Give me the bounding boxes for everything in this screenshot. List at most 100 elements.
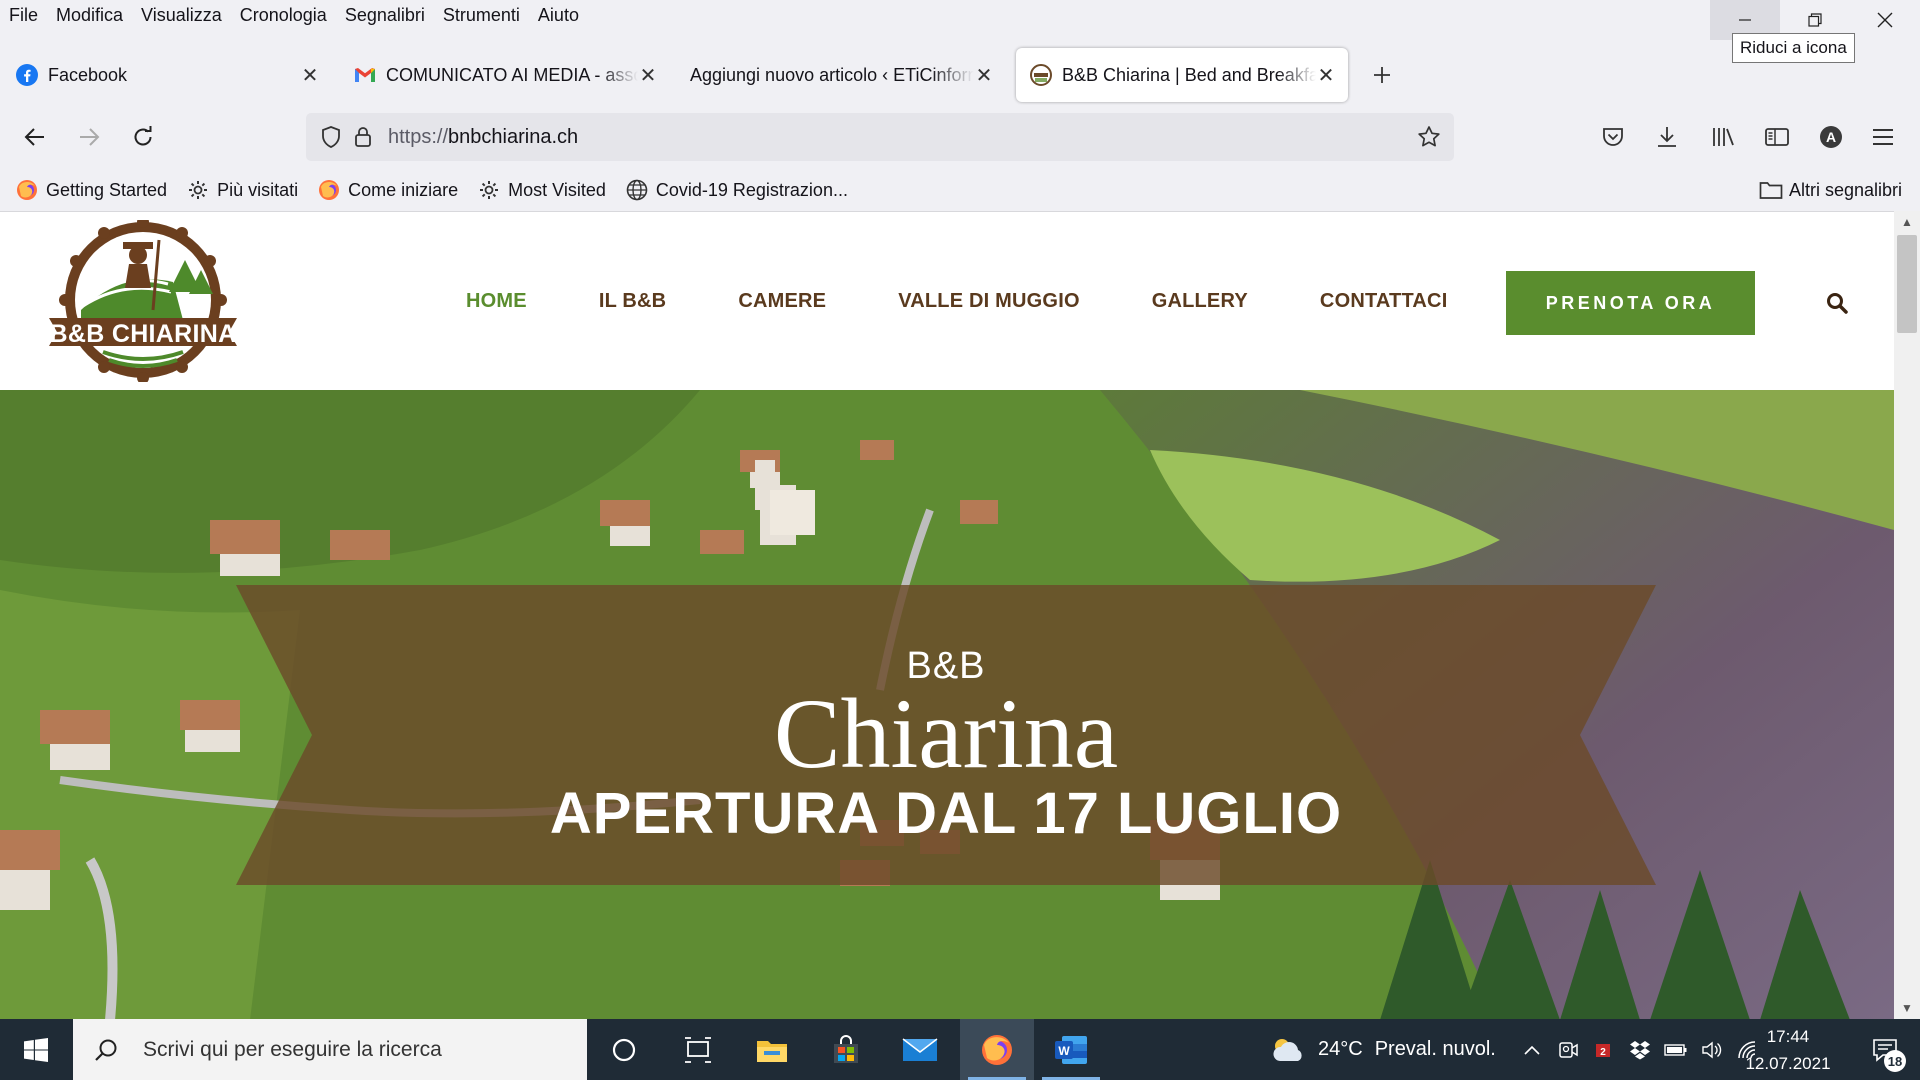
windows-taskbar: Scrivi qui per eseguire la ricerca W 24°…	[0, 1019, 1920, 1080]
library-button[interactable]	[1702, 116, 1744, 158]
folder-icon	[1759, 179, 1783, 201]
account-button[interactable]: A	[1810, 116, 1852, 158]
gmail-icon	[354, 64, 376, 86]
web-page: B&B CHIARINA HOME IL B&B CAMERE VALLE DI…	[0, 211, 1894, 1019]
tab-chiarina[interactable]: B&B Chiarina | Bed and Breakfast ✕	[1016, 48, 1348, 102]
microsoft-store-button[interactable]	[809, 1019, 883, 1080]
battery-icon[interactable]	[1658, 1019, 1694, 1080]
mail-button[interactable]	[883, 1019, 957, 1080]
sidebar-icon	[1765, 128, 1789, 146]
other-bookmarks[interactable]: Altri segnalibri	[1759, 172, 1902, 208]
restore-icon	[1808, 13, 1822, 27]
meet-now-icon[interactable]	[1550, 1019, 1586, 1080]
hero-subtitle: APERTURA DAL 17 LUGLIO	[549, 781, 1343, 846]
windows-logo-icon	[24, 1037, 48, 1062]
firefox-icon	[982, 1034, 1012, 1065]
task-view-button[interactable]	[661, 1019, 735, 1080]
action-center-button[interactable]: 18	[1850, 1019, 1920, 1080]
nav-gallery[interactable]: GALLERY	[1152, 290, 1248, 313]
cortana-button[interactable]	[587, 1019, 661, 1080]
nav-valle-di-muggio[interactable]: VALLE DI MUGGIO	[898, 290, 1080, 313]
partly-cloudy-icon	[1273, 1038, 1302, 1061]
volume-icon[interactable]	[1694, 1019, 1730, 1080]
menu-cronologia[interactable]: Cronologia	[231, 5, 336, 26]
show-hidden-icons-chevron-up-icon[interactable]	[1514, 1019, 1550, 1080]
globe-icon	[626, 179, 648, 201]
bookmark-piu-visitati[interactable]: Più visitati	[187, 179, 298, 201]
firefox-taskbar-button[interactable]	[960, 1019, 1034, 1080]
menu-modifica[interactable]: Modifica	[47, 5, 132, 26]
file-explorer-button[interactable]	[735, 1019, 809, 1080]
close-window-button[interactable]	[1850, 0, 1920, 40]
lock-icon[interactable]	[348, 122, 378, 152]
logo-text: B&B CHIARINA	[50, 320, 237, 348]
site-logo[interactable]: B&B CHIARINA	[46, 216, 240, 384]
search-icon	[1827, 293, 1848, 314]
taskbar-search-box[interactable]: Scrivi qui per eseguire la ricerca	[73, 1019, 587, 1080]
minimize-icon	[1739, 19, 1751, 21]
reload-button[interactable]	[122, 116, 164, 158]
site-search-button[interactable]	[1822, 288, 1852, 318]
file-explorer-icon	[757, 1040, 787, 1062]
close-tab-icon[interactable]: ✕	[638, 63, 658, 88]
nav-home[interactable]: HOME	[466, 290, 527, 313]
hamburger-menu-icon	[1873, 129, 1893, 145]
url-text[interactable]: https://bnbchiarina.ch	[388, 126, 578, 149]
nav-il-bb[interactable]: IL B&B	[599, 290, 667, 313]
nav-camere[interactable]: CAMERE	[738, 290, 826, 313]
close-tab-icon[interactable]: ✕	[974, 63, 994, 88]
navigation-toolbar: https://bnbchiarina.ch A	[0, 110, 1920, 166]
menu-segnalibri[interactable]: Segnalibri	[336, 5, 434, 26]
pocket-icon	[1603, 128, 1623, 146]
new-tab-button[interactable]	[1365, 48, 1399, 102]
back-button[interactable]	[14, 116, 56, 158]
bookmark-star-icon[interactable]	[1414, 122, 1444, 152]
library-icon	[1713, 128, 1734, 146]
menu-aiuto[interactable]: Aiuto	[529, 5, 588, 26]
svg-text:A: A	[1826, 129, 1836, 145]
taskbar-search-placeholder: Scrivi qui per eseguire la ricerca	[143, 1037, 442, 1061]
chiarina-favicon	[1030, 64, 1052, 86]
bookmarks-toolbar: Getting Started Più visitati Come inizia…	[0, 172, 1920, 208]
page-scrollbar[interactable]: ▲ ▼	[1894, 211, 1920, 1019]
gear-icon	[478, 179, 500, 201]
menu-visualizza[interactable]: Visualizza	[132, 5, 231, 26]
antivirus-icon[interactable]: 2	[1586, 1019, 1622, 1080]
prenota-ora-button[interactable]: PRENOTA ORA	[1506, 271, 1755, 335]
bookmark-getting-started[interactable]: Getting Started	[16, 179, 167, 201]
menu-file[interactable]: File	[0, 5, 47, 26]
weather-widget[interactable]: 24°C Preval. nuvol.	[1270, 1019, 1496, 1080]
close-tab-icon[interactable]: ✕	[300, 63, 320, 88]
tab-title: Facebook	[48, 64, 128, 85]
bookmark-come-iniziare[interactable]: Come iniziare	[318, 179, 458, 201]
chiarina-logo-icon: B&B CHIARINA	[49, 216, 237, 384]
tab-comunicato[interactable]: COMUNICATO AI MEDIA - associazione ✕	[340, 48, 670, 102]
sidebar-button[interactable]	[1756, 116, 1798, 158]
scrollbar-thumb[interactable]	[1897, 235, 1917, 333]
scroll-down-icon[interactable]: ▼	[1894, 997, 1920, 1019]
tab-aggiungi-articolo[interactable]: Aggiungi nuovo articolo ‹ ETiCinformazio…	[676, 48, 1006, 102]
address-bar[interactable]: https://bnbchiarina.ch	[306, 113, 1454, 161]
scroll-up-icon[interactable]: ▲	[1894, 211, 1920, 233]
forward-button[interactable]	[68, 116, 110, 158]
bookmark-label: Più visitati	[217, 179, 299, 200]
bookmark-most-visited[interactable]: Most Visited	[478, 179, 606, 201]
downloads-button[interactable]	[1646, 116, 1688, 158]
dropbox-icon[interactable]	[1622, 1019, 1658, 1080]
bookmark-label: Come iniziare	[348, 179, 459, 200]
start-button[interactable]	[0, 1019, 72, 1080]
bookmark-covid-registrazione[interactable]: Covid-19 Registrazion...	[626, 179, 848, 201]
menu-bar: File Modifica Visualizza Cronologia Segn…	[0, 0, 588, 30]
system-clock[interactable]: 17:44 12.07.2021	[1726, 1019, 1850, 1080]
tab-facebook[interactable]: Facebook ✕	[2, 48, 332, 102]
bookmark-label: Covid-19 Registrazion...	[655, 179, 848, 200]
menu-strumenti[interactable]: Strumenti	[434, 5, 529, 26]
nav-contattaci[interactable]: CONTATTACI	[1320, 290, 1448, 313]
cortana-icon	[612, 1038, 636, 1061]
app-menu-button[interactable]	[1862, 116, 1904, 158]
close-tab-icon[interactable]: ✕	[1316, 63, 1336, 88]
pocket-button[interactable]	[1592, 116, 1634, 158]
word-taskbar-button[interactable]: W	[1034, 1019, 1108, 1080]
tab-title: B&B Chiarina | Bed and Breakfast	[1062, 64, 1316, 85]
shield-icon[interactable]	[316, 122, 346, 152]
